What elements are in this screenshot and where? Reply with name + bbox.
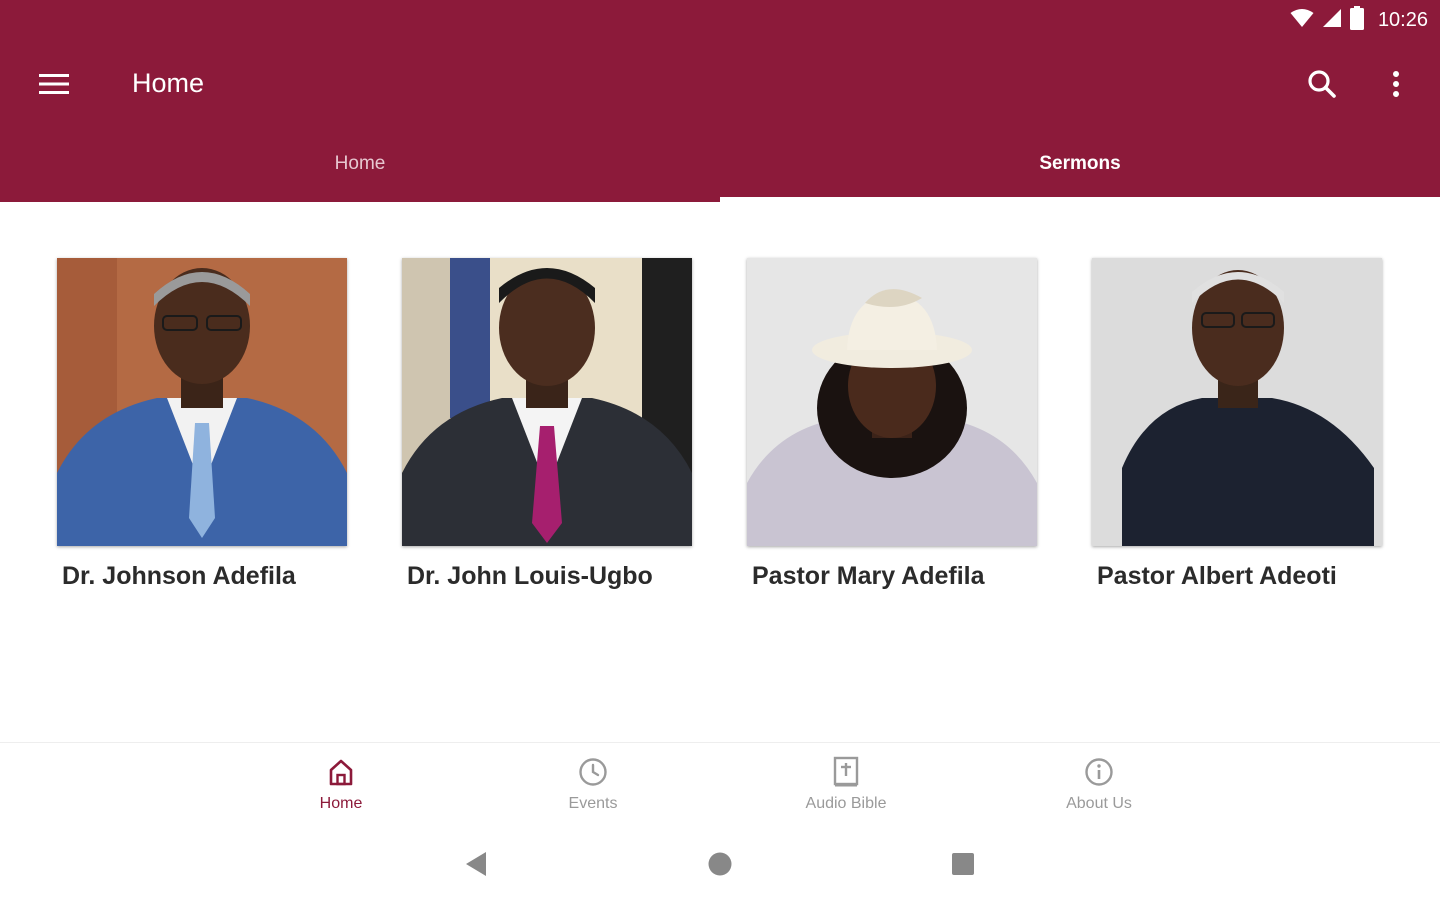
more-options-button[interactable]	[1378, 64, 1414, 108]
speaker-card[interactable]: Dr. Johnson Adefila	[57, 258, 347, 591]
speaker-card[interactable]: Pastor Mary Adefila	[747, 258, 1037, 591]
tab-label: Sermons	[1039, 153, 1121, 174]
speaker-photo	[402, 258, 692, 546]
system-recents-button[interactable]	[947, 850, 979, 882]
status-icons: 10:26	[1290, 5, 1428, 35]
page-title: Home	[132, 68, 205, 98]
system-back-button[interactable]	[460, 850, 492, 882]
status-time: 10:26	[1377, 8, 1428, 31]
bottom-nav-audio-bible[interactable]: Audio Bible	[746, 755, 946, 825]
speaker-card[interactable]: Dr. John Louis-Ugbo	[402, 258, 692, 591]
wifi-icon	[1290, 8, 1314, 33]
recents-square-icon	[951, 852, 975, 881]
system-navigation-bar	[0, 832, 1440, 900]
speaker-name: Dr. John Louis-Ugbo	[407, 562, 653, 590]
tab-home[interactable]: Home	[0, 132, 720, 202]
search-button[interactable]	[1300, 64, 1344, 108]
app-root: 10:26 Home Home Sermons Dr. Johnson Adef…	[0, 0, 1440, 900]
tab-bar: Home Sermons	[0, 132, 1440, 202]
speaker-name: Dr. Johnson Adefila	[62, 562, 296, 590]
home-icon	[324, 755, 358, 789]
hamburger-menu-icon	[39, 73, 69, 100]
navigation-menu-button[interactable]	[34, 66, 74, 106]
app-bar: Home	[0, 40, 1440, 132]
tab-label: Home	[334, 153, 386, 174]
bottom-nav-home[interactable]: Home	[241, 755, 441, 825]
bottom-navigation: Home Events Audio Bible About Us	[0, 742, 1440, 832]
back-triangle-icon	[464, 851, 488, 882]
info-icon	[1082, 755, 1116, 789]
speaker-grid: Dr. Johnson Adefila Dr. John Louis-Ugbo	[0, 202, 1440, 742]
bottom-nav-events[interactable]: Events	[493, 755, 693, 825]
speaker-photo	[57, 258, 347, 546]
speaker-photo	[1092, 258, 1382, 546]
more-vert-icon	[1392, 70, 1400, 103]
nav-label: About Us	[1066, 795, 1132, 812]
speaker-photo	[747, 258, 1037, 546]
tab-sermons[interactable]: Sermons	[720, 132, 1440, 202]
bible-icon	[829, 755, 863, 789]
bottom-nav-about-us[interactable]: About Us	[999, 755, 1199, 825]
home-circle-icon	[707, 851, 733, 882]
speaker-name: Pastor Albert Adeoti	[1097, 562, 1337, 590]
clock-icon	[576, 755, 610, 789]
cell-signal-icon	[1322, 8, 1342, 33]
nav-label: Events	[568, 795, 618, 812]
speaker-name: Pastor Mary Adefila	[752, 562, 985, 590]
nav-label: Audio Bible	[805, 795, 887, 812]
status-bar: 10:26	[0, 0, 1440, 40]
nav-label: Home	[319, 795, 363, 812]
battery-icon	[1349, 5, 1364, 35]
system-home-button[interactable]	[704, 850, 736, 882]
speaker-card[interactable]: Pastor Albert Adeoti	[1092, 258, 1382, 591]
search-icon	[1307, 69, 1337, 104]
